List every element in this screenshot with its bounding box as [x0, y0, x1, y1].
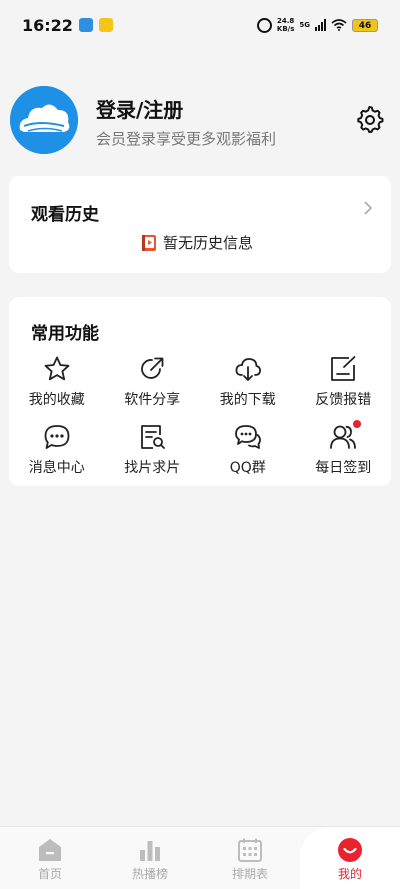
smile-icon [338, 838, 362, 862]
battery-indicator: 46 [352, 18, 378, 32]
app-notification-icon [78, 18, 93, 32]
feature-downloads[interactable]: 我的下载 [200, 355, 296, 415]
users-icon [330, 425, 357, 449]
bar-chart-icon [140, 841, 160, 861]
notification-dot [353, 420, 361, 428]
nav-label: 首页 [37, 867, 62, 881]
search-document-icon [141, 425, 166, 449]
cloud-logo-icon[interactable] [10, 86, 78, 154]
status-right: 24.8 KB/s 5G 46 [256, 17, 378, 33]
nav-label: 热播榜 [131, 867, 168, 881]
history-card[interactable]: 观看历史 暂无历史信息 [9, 176, 391, 273]
feature-label: 找片求片 [124, 460, 181, 476]
net-speed: 24.8 KB/s [277, 17, 294, 33]
history-empty: 暂无历史信息 [141, 232, 253, 253]
history-title: 观看历史 [31, 205, 99, 225]
feature-label: 反馈报错 [315, 392, 372, 408]
features-title: 常用功能 [31, 324, 99, 344]
share-icon [141, 357, 164, 379]
feedback-icon [331, 356, 356, 381]
nav-trending[interactable]: 热播榜 [100, 827, 200, 889]
feature-qq-group[interactable]: QQ群 [200, 423, 296, 483]
bottom-nav: 首页 热播榜 排期表 我的 [0, 826, 400, 889]
nav-mine[interactable]: 我的 [300, 827, 400, 889]
feature-label: 软件分享 [124, 392, 181, 408]
home-icon [39, 839, 61, 861]
feature-label: 每日签到 [315, 460, 372, 476]
feature-request[interactable]: 找片求片 [105, 423, 201, 483]
nav-label: 排期表 [231, 867, 268, 881]
history-empty-text: 暂无历史信息 [163, 234, 254, 252]
feature-label: 消息中心 [28, 460, 85, 476]
feature-favorites[interactable]: 我的收藏 [9, 355, 105, 415]
cloud-download-icon [235, 358, 261, 381]
status-time: 16:22 [22, 15, 73, 35]
net-speed-value: 24.8 [276, 17, 295, 25]
app-notification-icon [98, 18, 113, 32]
feature-label: 我的收藏 [28, 392, 85, 408]
history-book-icon [142, 234, 156, 251]
net-speed-unit: KB/s [276, 25, 295, 33]
nav-label: 我的 [337, 867, 362, 881]
message-icon [44, 425, 70, 449]
signal-icon [315, 19, 326, 31]
feature-label: 我的下载 [219, 392, 276, 408]
feature-feedback[interactable]: 反馈报错 [296, 355, 392, 415]
status-bar: 16:22 24.8 KB/s 5G 46 [0, 0, 400, 50]
feature-share[interactable]: 软件分享 [105, 355, 201, 415]
gear-icon[interactable] [356, 106, 384, 134]
network-type: 5G [299, 21, 310, 29]
star-icon [44, 356, 70, 381]
features-card: 常用功能 我的收藏 软件分享 我的下载 反馈报错 消息中心 找片求片 QQ群 每… [9, 297, 391, 486]
profile-header[interactable]: 登录/注册 会员登录享受更多观影福利 [10, 86, 390, 156]
alarm-icon [256, 17, 272, 33]
features-grid: 我的收藏 软件分享 我的下载 反馈报错 消息中心 找片求片 QQ群 每日签到 [9, 355, 391, 483]
nav-home[interactable]: 首页 [0, 827, 100, 889]
nav-schedule[interactable]: 排期表 [200, 827, 300, 889]
wifi-icon [331, 19, 347, 31]
chat-group-icon [234, 425, 261, 449]
chevron-right-icon[interactable] [363, 200, 373, 216]
feature-messages[interactable]: 消息中心 [9, 423, 105, 483]
calendar-icon [238, 838, 262, 862]
login-title[interactable]: 登录/注册 [96, 94, 183, 123]
feature-checkin[interactable]: 每日签到 [296, 420, 392, 483]
feature-label: QQ群 [229, 460, 266, 476]
login-subtitle: 会员登录享受更多观影福利 [96, 130, 277, 148]
